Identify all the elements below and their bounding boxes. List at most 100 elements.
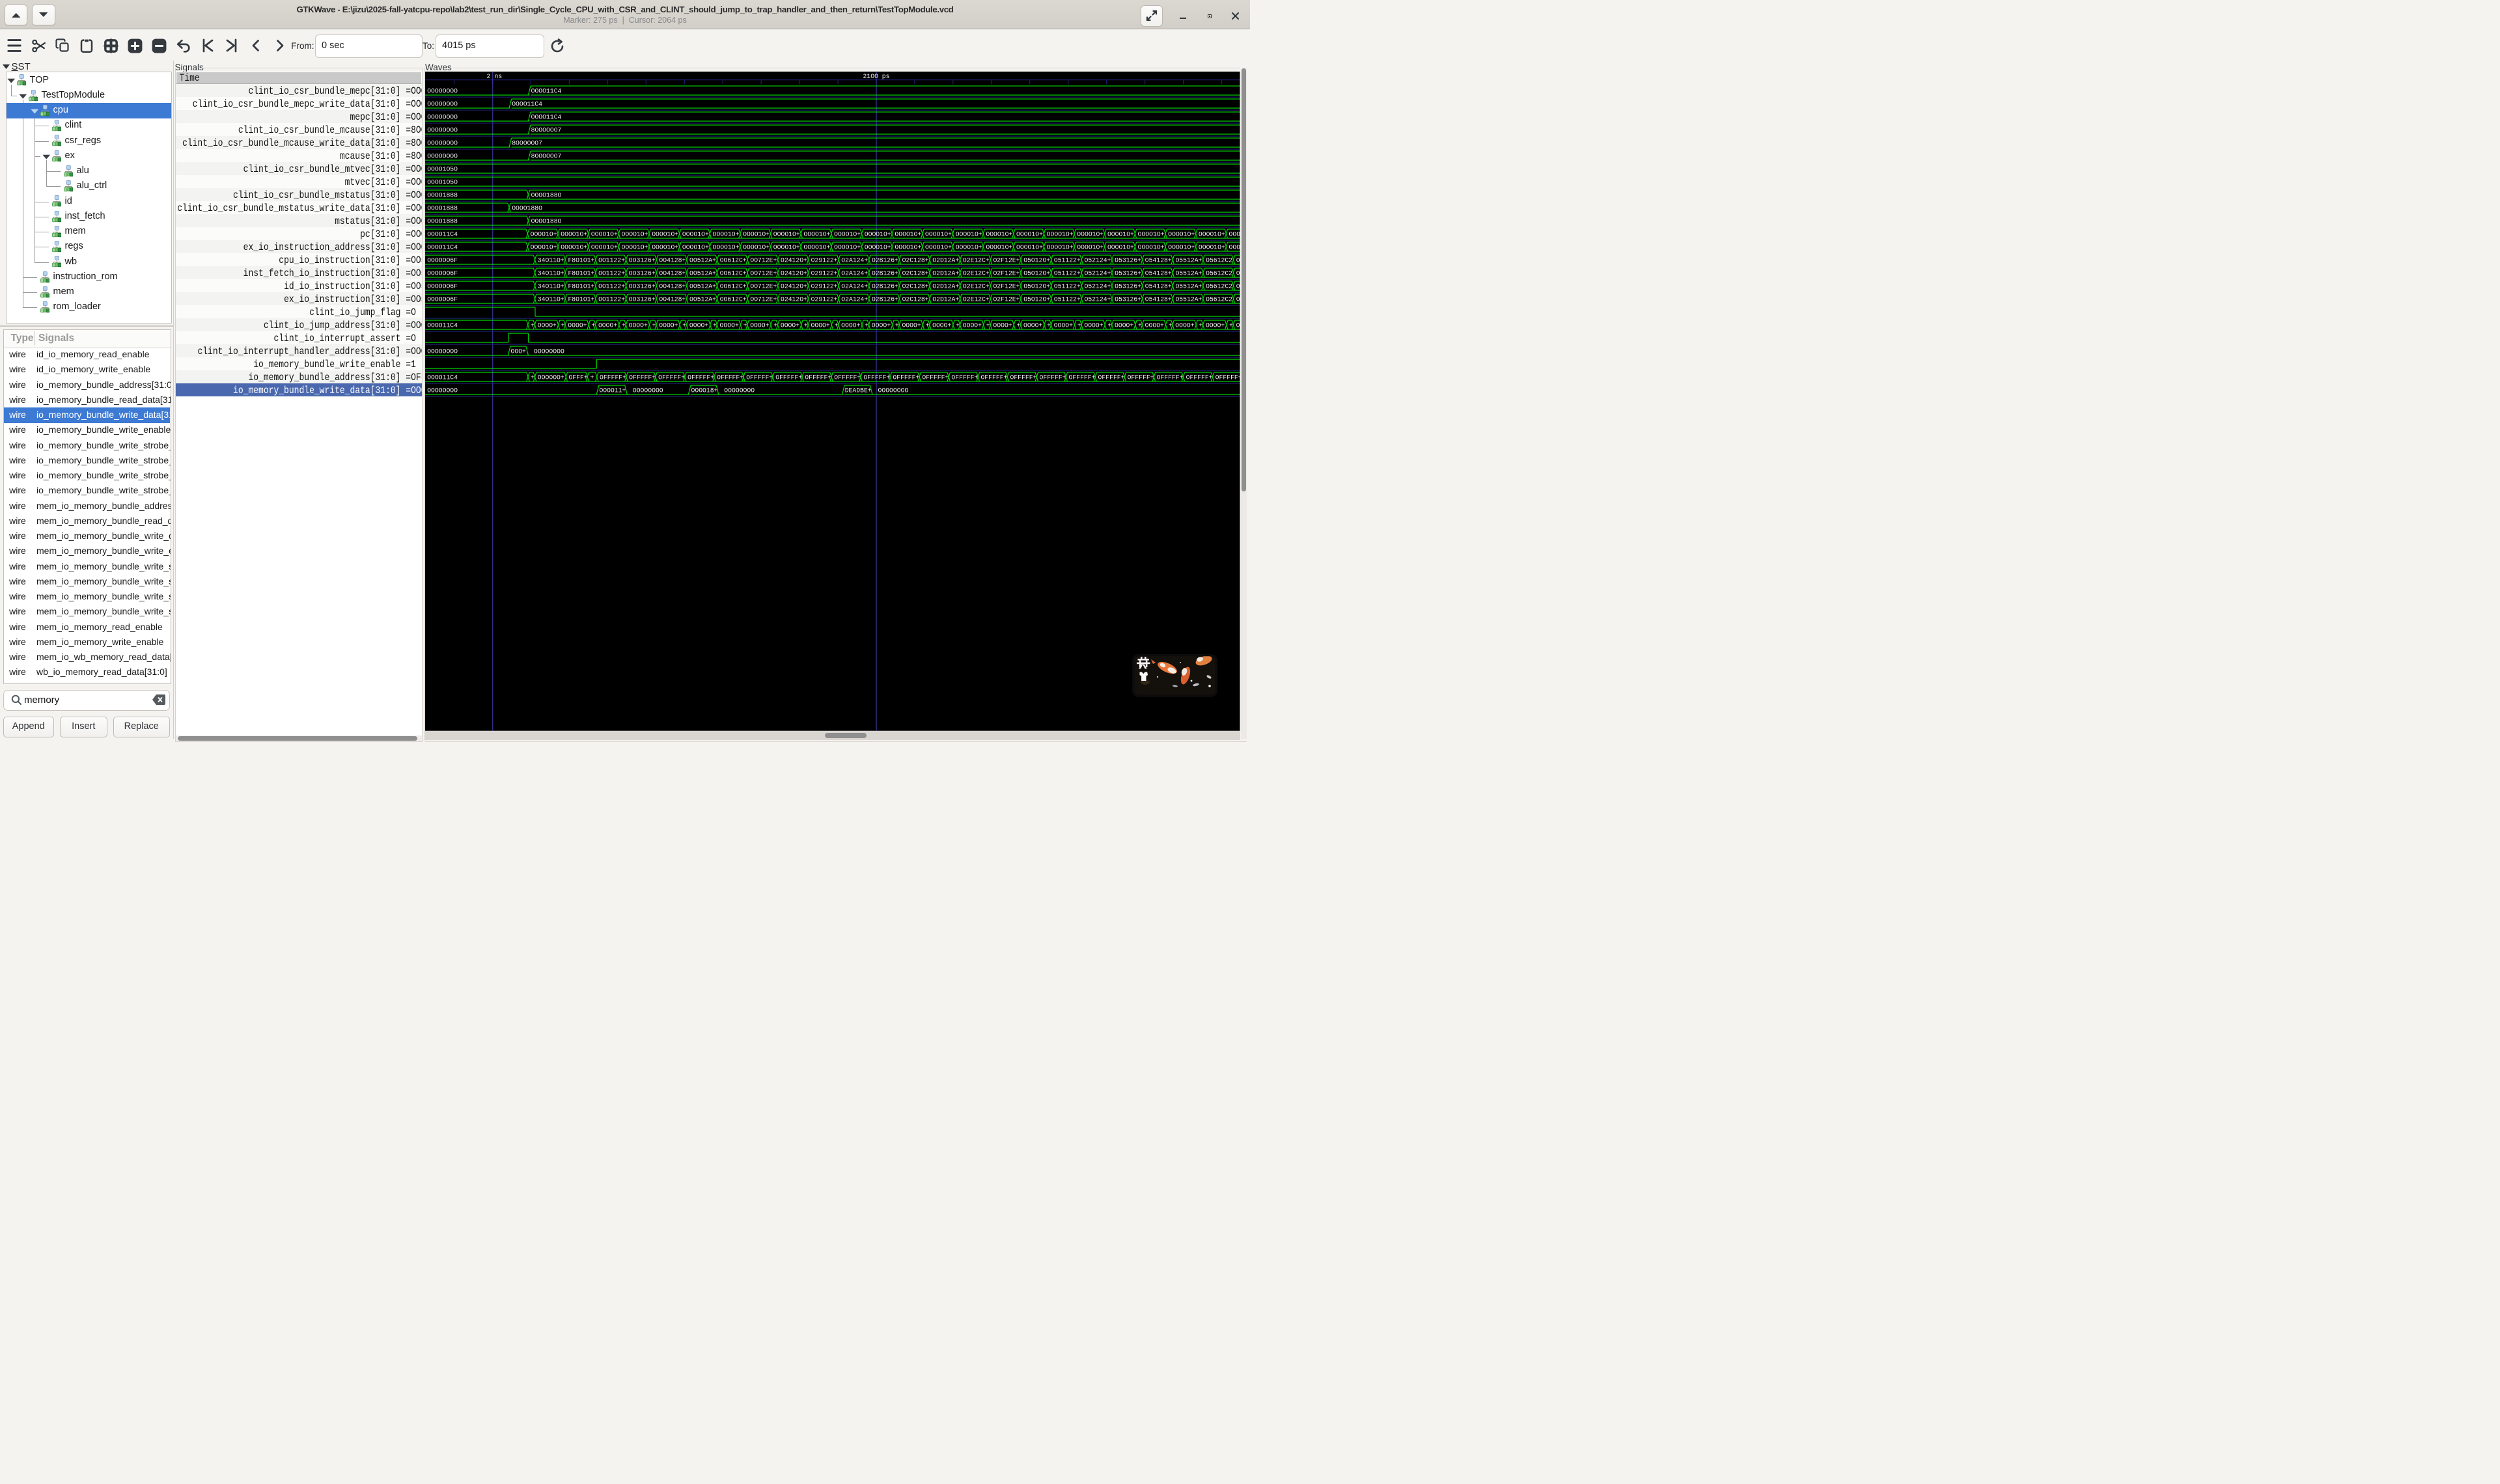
svg-text:O2A124+: O2A124+ [841,269,868,277]
svg-text:OOOO1O+: OOOO1O+ [1138,243,1165,251]
svg-text:OOOO+: OOOO+ [598,322,617,329]
svg-text:OOOO1O+: OOOO1O+ [743,243,770,251]
svg-text:OOOO1O+: OOOO1O+ [1199,243,1225,251]
svg-text:OOOO+: OOOO+ [720,322,739,329]
svg-text:OOOOOOOO: OOOOOOOO [427,139,458,146]
svg-text:O29122+: O29122+ [811,256,838,264]
svg-text:OOOO1O+: OOOO1O+ [956,243,982,251]
svg-text:O51122+: O51122+ [1054,282,1081,290]
svg-text:34O11O+: 34O11O+ [538,269,564,277]
svg-text:OOOO+: OOOO+ [1054,322,1073,329]
svg-text:O54128+: O54128+ [1145,295,1172,303]
svg-text:OO612C+: OO612C+ [720,295,747,303]
svg-text:O2E12C+: O2E12C+ [963,256,990,264]
svg-text:OOOO1O+: OOOO1O+ [1107,230,1134,238]
svg-text:F8O1O1+: F8O1O1+ [568,269,594,277]
svg-text:OOOO1888: OOOO1888 [427,217,458,225]
svg-text:OO712E+: OO712E+ [750,256,777,264]
svg-text:OOOO+: OOOO+ [659,322,678,329]
svg-text:OOOO+: OOOO+ [1236,322,1240,329]
svg-text:O5612C2: O5612C2 [1206,295,1232,303]
svg-text:OOOO+: OOOO+ [811,322,830,329]
svg-text:OO3126+: OO3126+ [629,282,656,290]
svg-text:OOOO11C4: OOOO11C4 [531,87,562,94]
svg-text:34O11O+: 34O11O+ [538,295,564,303]
svg-text:+: + [590,374,594,381]
svg-text:O2D12A+: O2D12A+ [932,295,959,303]
svg-text:O2E12C+: O2E12C+ [963,269,990,277]
svg-text:OOOO+: OOOO+ [629,322,648,329]
svg-text:O2C128+: O2C128+ [902,269,929,277]
svg-text:OFFFFF+: OFFFFF+ [775,374,802,381]
svg-text:OOOO1O+: OOOO1O+ [1168,230,1195,238]
svg-text:O51122+: O51122+ [1054,256,1081,264]
svg-text:O5612C2: O5612C2 [1206,282,1232,290]
svg-text:OO4128+: OO4128+ [659,256,686,264]
svg-text:OOOO+: OOOO+ [1206,322,1225,329]
svg-text:OOOO1O+: OOOO1O+ [531,230,557,238]
svg-text:O2F12E+: O2F12E+ [993,282,1020,290]
svg-text:OOOO1O+: OOOO1O+ [865,243,891,251]
svg-text:OOOOOOOO: OOOOOOOO [633,387,663,394]
svg-text:OOOO1O+: OOOO1O+ [865,230,891,238]
svg-text:34O11O+: 34O11O+ [538,256,564,264]
svg-text:OOOO1O+: OOOO1O+ [713,243,740,251]
svg-text:OO512A+: OO512A+ [689,269,716,277]
svg-text:OOOO1O+: OOOO1O+ [1047,243,1074,251]
svg-text:O2A124+: O2A124+ [841,256,868,264]
svg-text:OFFFFF+: OFFFFF+ [717,374,743,381]
svg-text:O5O12O+: O5O12O+ [1023,269,1050,277]
svg-text:OOOO1O+: OOOO1O+ [986,230,1012,238]
svg-text:OOOO+: OOOO+ [750,322,769,329]
svg-text:OOOO1O+: OOOO1O+ [622,230,648,238]
svg-text:OOOO1O+: OOOO1O+ [925,230,952,238]
svg-text:OOOO1O+: OOOO1O+ [803,230,830,238]
svg-text:OO4128+: OO4128+ [659,282,686,290]
svg-text:O53126+: O53126+ [1115,269,1141,277]
svg-text:OOOO1O+: OOOO1O+ [803,243,830,251]
svg-text:OFFF+: OFFF+ [569,374,588,381]
svg-text:OOOO1O+: OOOO1O+ [743,230,770,238]
svg-text:OFFFFF+: OFFFFF+ [1098,374,1125,381]
svg-text:DEADBE+: DEADBE+ [845,387,872,394]
svg-text:OFFFFF+: OFFFFF+ [951,374,978,381]
svg-text:OOOO1O5O: OOOO1O5O [427,165,458,172]
svg-text:OOOO1O+: OOOO1O+ [622,243,648,251]
svg-text:O2B126+: O2B126+ [872,269,898,277]
svg-text:OOOO1O+: OOOO1O+ [1047,230,1074,238]
svg-text:OO4128+: OO4128+ [659,269,686,277]
svg-text:OFFFFF+: OFFFFF+ [922,374,949,381]
svg-text:OFFFFF+: OFFFFF+ [658,374,685,381]
svg-text:O5512A+: O5512A+ [1175,256,1202,264]
svg-text:O5512A+: O5512A+ [1175,295,1202,303]
svg-text:OO3126+: OO3126+ [629,295,656,303]
svg-text:O: O [1236,282,1240,290]
svg-text:OFFFFF+: OFFFFF+ [629,374,656,381]
svg-text:8OOOOOO7: 8OOOOOO7 [531,126,562,133]
svg-text:OO1122+: OO1122+ [598,295,625,303]
svg-text:O51122+: O51122+ [1054,269,1081,277]
svg-text:O2412O+: O2412O+ [781,269,807,277]
svg-text:OO512A+: OO512A+ [689,295,716,303]
svg-text:F8O1O1+: F8O1O1+ [568,282,594,290]
svg-text:OOOO+: OOOO+ [568,322,587,329]
svg-text:OOOO+: OOOO+ [538,322,557,329]
svg-text:OOOO1O+: OOOO1O+ [1016,230,1043,238]
svg-text:OOOO11C4: OOOO11C4 [427,322,458,329]
svg-text:OOOO11+: OOOO11+ [599,387,626,394]
svg-text:OFFFFF+: OFFFFF+ [1215,374,1240,381]
svg-text:OOOO188O: OOOO188O [531,217,562,225]
svg-text:OOOO1O+: OOOO1O+ [591,243,618,251]
svg-text:F8O1O1+: F8O1O1+ [568,295,594,303]
svg-text:OOOO1O+: OOOO1O+ [682,243,709,251]
svg-text:OO1122+: OO1122+ [598,256,625,264]
svg-text:O2412O+: O2412O+ [781,295,807,303]
svg-text:21OO ps: 21OO ps [863,73,890,80]
svg-text:OOOO1O+: OOOO1O+ [652,230,678,238]
svg-text:O2C128+: O2C128+ [902,295,929,303]
svg-text:OOOO1O+: OOOO1O+ [1016,243,1043,251]
svg-text:O5O12O+: O5O12O+ [1023,282,1050,290]
svg-text:OOOO+: OOOO+ [902,322,921,329]
svg-text:OFFFFF+: OFFFFF+ [893,374,919,381]
svg-text:OOOO+: OOOO+ [1084,322,1103,329]
